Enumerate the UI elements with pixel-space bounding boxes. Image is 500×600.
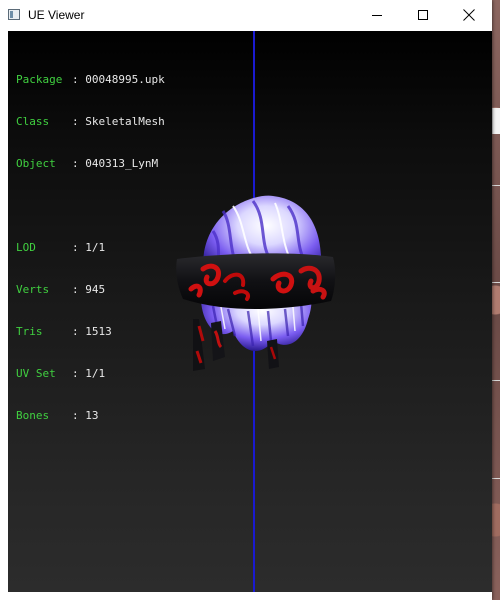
background-tick xyxy=(492,478,500,479)
info-row-package: Package: 00048995.upk xyxy=(16,73,165,87)
info-row-tris: Tris: 1513 xyxy=(16,325,165,339)
minimize-button[interactable] xyxy=(354,0,400,31)
info-row-lod: LOD: 1/1 xyxy=(16,241,165,255)
info-label: Bones xyxy=(16,409,50,422)
close-icon xyxy=(463,9,475,21)
info-value: 00048995.upk xyxy=(85,73,165,86)
info-separator: : xyxy=(72,367,86,380)
3d-viewport[interactable]: Package: 00048995.upk Class: SkeletalMes… xyxy=(8,31,492,592)
info-value: SkeletalMesh xyxy=(85,115,165,128)
background-tick xyxy=(492,380,500,381)
info-label: Class xyxy=(16,115,50,128)
title-bar[interactable]: UE Viewer xyxy=(0,0,492,31)
ue-viewer-window: UE Viewer Package: 00048995.upk Class: S… xyxy=(0,0,492,600)
background-tick xyxy=(492,185,500,186)
info-label: Verts xyxy=(16,283,50,296)
info-row-verts: Verts: 945 xyxy=(16,283,165,297)
minimize-icon xyxy=(372,15,382,16)
info-row-class: Class: SkeletalMesh xyxy=(16,115,165,129)
info-label: Object xyxy=(16,157,56,170)
window-title: UE Viewer xyxy=(28,8,85,22)
info-row-object: Object: 040313_LynM xyxy=(16,157,165,171)
maximize-icon xyxy=(418,10,428,20)
info-row-uvset: UV Set: 1/1 xyxy=(16,367,165,381)
app-window-icon xyxy=(8,9,20,20)
info-separator: : xyxy=(72,283,86,296)
mesh-info-overlay: Package: 00048995.upk Class: SkeletalMes… xyxy=(16,45,165,451)
info-label: LOD xyxy=(16,241,36,254)
info-separator: : xyxy=(72,115,86,128)
info-separator: : xyxy=(72,409,86,422)
info-value: 1/1 xyxy=(85,367,106,380)
maximize-button[interactable] xyxy=(400,0,446,31)
info-separator: : xyxy=(72,241,86,254)
info-label: Tris xyxy=(16,325,43,338)
background-window-edge xyxy=(492,108,500,134)
info-value: 13 xyxy=(85,409,99,422)
info-label: UV Set xyxy=(16,367,56,380)
skeletal-mesh-hair-model xyxy=(176,195,336,371)
info-value: 1513 xyxy=(85,325,112,338)
info-value: 1/1 xyxy=(85,241,106,254)
info-separator: : xyxy=(72,157,86,170)
window-border-bottom xyxy=(0,592,492,600)
info-row-bones: Bones: 13 xyxy=(16,409,165,423)
info-label: Package xyxy=(16,73,63,86)
info-value: 040313_LynM xyxy=(85,157,159,170)
info-separator: : xyxy=(72,73,86,86)
close-button[interactable] xyxy=(446,0,492,31)
window-border-left xyxy=(0,31,8,592)
background-tick xyxy=(492,282,500,283)
info-separator: : xyxy=(72,325,86,338)
info-value: 945 xyxy=(85,283,106,296)
